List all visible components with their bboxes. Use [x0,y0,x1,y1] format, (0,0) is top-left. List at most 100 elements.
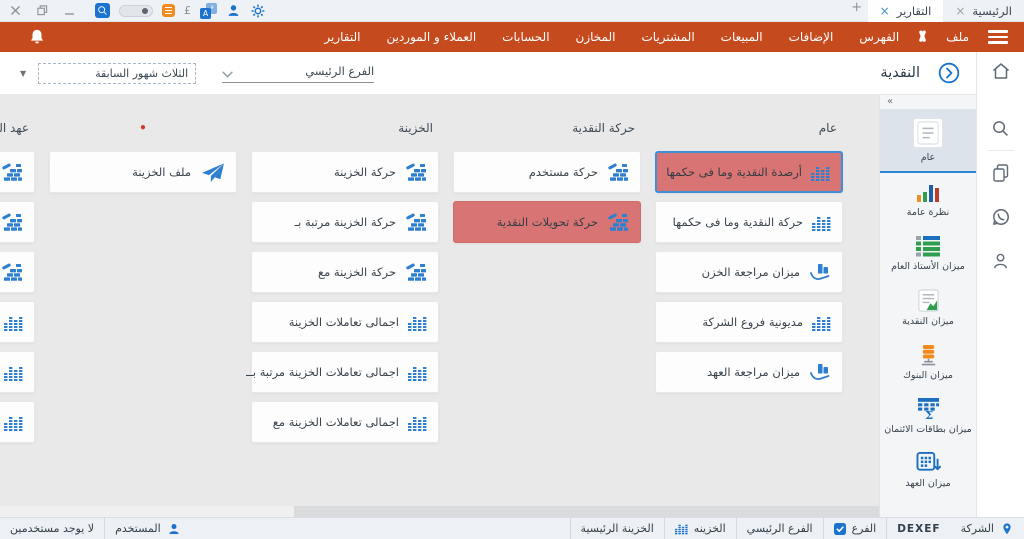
status-treasury-value[interactable]: الخزينة الرئيسية [570,518,664,539]
currency-symbol[interactable]: £ [184,4,191,17]
sidebar-item-banks-balance[interactable]: ميزان البنوك [880,335,976,389]
report-card[interactable]: حركة الخزينة مع [251,251,439,293]
branch-select[interactable]: الفرع الرئيسي [222,64,374,83]
report-card[interactable]: اجمالى تعاملات الخزينة مع [251,401,439,443]
report-card[interactable]: أرصدة النقدية وما فى حكمها [655,151,843,193]
gear-icon[interactable] [250,3,266,19]
bricks-icon [405,163,427,182]
sidebar-item-general[interactable]: عام [880,109,976,173]
scrollbar-thumb[interactable] [294,506,879,517]
tab-home[interactable]: الرئيسية × [943,0,1024,22]
sidebar-item-cash-balance[interactable]: ميزان النقدية [880,281,976,335]
stats-icon [812,313,831,332]
restore-icon[interactable] [37,5,48,16]
status-company-value[interactable]: DEXEF [886,518,950,539]
menu-addons[interactable]: الإضافات [776,30,847,44]
sidebar-item-general-ledger[interactable]: ميزان الأستاذ العام [880,227,976,281]
report-card[interactable] [0,201,35,243]
sidebar-item-custody-balance[interactable]: ميزان العهد [880,443,976,497]
stats-icon [4,413,23,432]
status-company[interactable]: الشركة [951,518,1024,539]
menu-sales[interactable]: المبيعات [708,30,776,44]
group-title: الخزينة [251,121,439,151]
report-card[interactable]: حركة مستخدم [453,151,641,193]
user-status-icon [167,522,181,536]
report-card[interactable]: مديونية فروع الشركة [655,301,843,343]
tab-reports[interactable]: التقارير × [868,0,944,22]
bricks-icon [405,213,427,232]
stats-icon [408,363,427,382]
user-icon[interactable] [226,3,241,18]
translate-icon[interactable] [200,3,217,19]
report-card[interactable]: اجمالى تعاملات الخزينة مرتبة بــ [251,351,439,393]
collapse-panel-icon[interactable] [938,62,960,84]
copy-documents-icon[interactable] [991,163,1011,183]
report-card[interactable] [0,351,35,393]
report-card[interactable]: حركة الخزينة مرتبة بـ [251,201,439,243]
report-card-label: اجمالى تعاملات الخزينة [289,315,399,329]
report-card-label: حركة الخزينة [334,165,396,179]
report-card[interactable] [0,251,35,293]
period-dropdown-icon[interactable]: ▼ [16,67,30,80]
panel-collapse-icon[interactable]: » [880,95,976,107]
menu-purchases[interactable]: المشتريات [628,30,707,44]
status-branch[interactable]: الفرع [823,518,887,539]
stats-icon [4,363,23,382]
minimize-icon[interactable] [64,5,75,16]
home-icon[interactable] [991,61,1011,81]
menu-clients-suppliers[interactable]: العملاء و الموردين [373,30,489,44]
report-card[interactable]: ميزان مراجعة العهد [655,351,843,393]
status-treasury-label: الخزينه [694,522,726,535]
report-card-label: اجمالى تعاملات الخزينة مع [273,415,399,429]
report-card[interactable] [0,401,35,443]
report-card[interactable]: اجمالى تعاملات الخزينة [251,301,439,343]
report-card[interactable]: ملف الخزينة [49,151,237,193]
horizontal-scrollbar[interactable] [0,506,879,517]
sidebar-item-label: ميزان البنوك [903,370,953,381]
new-tab-button[interactable]: + [846,0,868,22]
menubar: ملف الفهرس الإضافات المبيعات المشتريات ا… [0,22,1024,52]
report-card[interactable]: حركة تحويلات النقدية [453,201,641,243]
menu-accounts[interactable]: الحسابات [489,30,562,44]
tab-home-close-icon[interactable]: × [955,5,965,17]
menu-stores[interactable]: المخازن [563,30,629,44]
menu-index[interactable]: الفهرس [846,30,912,44]
whatsapp-icon[interactable] [991,207,1011,227]
report-card[interactable]: ميزان مراجعة الخزن [655,251,843,293]
chevron-down-icon[interactable] [222,71,233,78]
custody-grid-icon [916,451,941,474]
contact-person-icon[interactable] [991,251,1010,270]
hamburger-menu-icon[interactable] [988,30,1008,44]
notifications-bell-icon[interactable] [10,28,64,46]
theme-toggle[interactable] [119,5,153,17]
tab-reports-close-icon[interactable]: × [880,5,890,17]
status-user[interactable]: المستخدم [104,518,191,539]
menu-reports[interactable]: التقارير [311,30,373,44]
bricks-icon [1,213,23,232]
list-icon[interactable] [162,4,175,17]
sidebar-item-overview[interactable]: نظرة عامة [880,173,976,227]
branch-select-value: الفرع الرئيسي [241,64,374,78]
stats-icon [812,213,831,232]
sidebar-item-credit-cards-balance[interactable]: ميزان بطاقات الائتمان [880,389,976,443]
report-card[interactable] [0,151,35,193]
report-card-label: مديونية فروع الشركة [702,315,803,329]
report-card[interactable] [0,301,35,343]
hand-buildings-icon [809,263,831,282]
report-card-label: حركة الخزينة مرتبة بـ [295,215,396,229]
period-select[interactable]: الثلاث شهور السابقة [38,63,196,84]
search-rail-icon[interactable] [991,119,1010,138]
group-treasury: الخزينة حركة الخزينة حركة الخزينة مرتبة … [251,121,439,451]
report-card[interactable]: حركة الخزينة [251,151,439,193]
menu-file[interactable]: ملف [933,30,982,44]
status-user-value[interactable]: لا يوجد مستخدمين [0,518,104,539]
report-card-label: ميزان مراجعة العهد [707,365,800,379]
status-branch-value[interactable]: الفرع الرئيسي [736,518,823,539]
statusbar: الشركة DEXEF الفرع الفرع الرئيسي الخزينه… [0,517,1024,539]
report-card[interactable]: حركة النقدية وما فى حكمها [655,201,843,243]
status-treasury[interactable]: الخزينه [664,518,736,539]
search-icon[interactable] [95,3,110,18]
close-icon[interactable] [10,5,21,16]
stats-icon [811,163,830,182]
report-categories-panel: » عام نظرة عامة ميزان الأستاذ العام ميزا… [879,95,976,517]
